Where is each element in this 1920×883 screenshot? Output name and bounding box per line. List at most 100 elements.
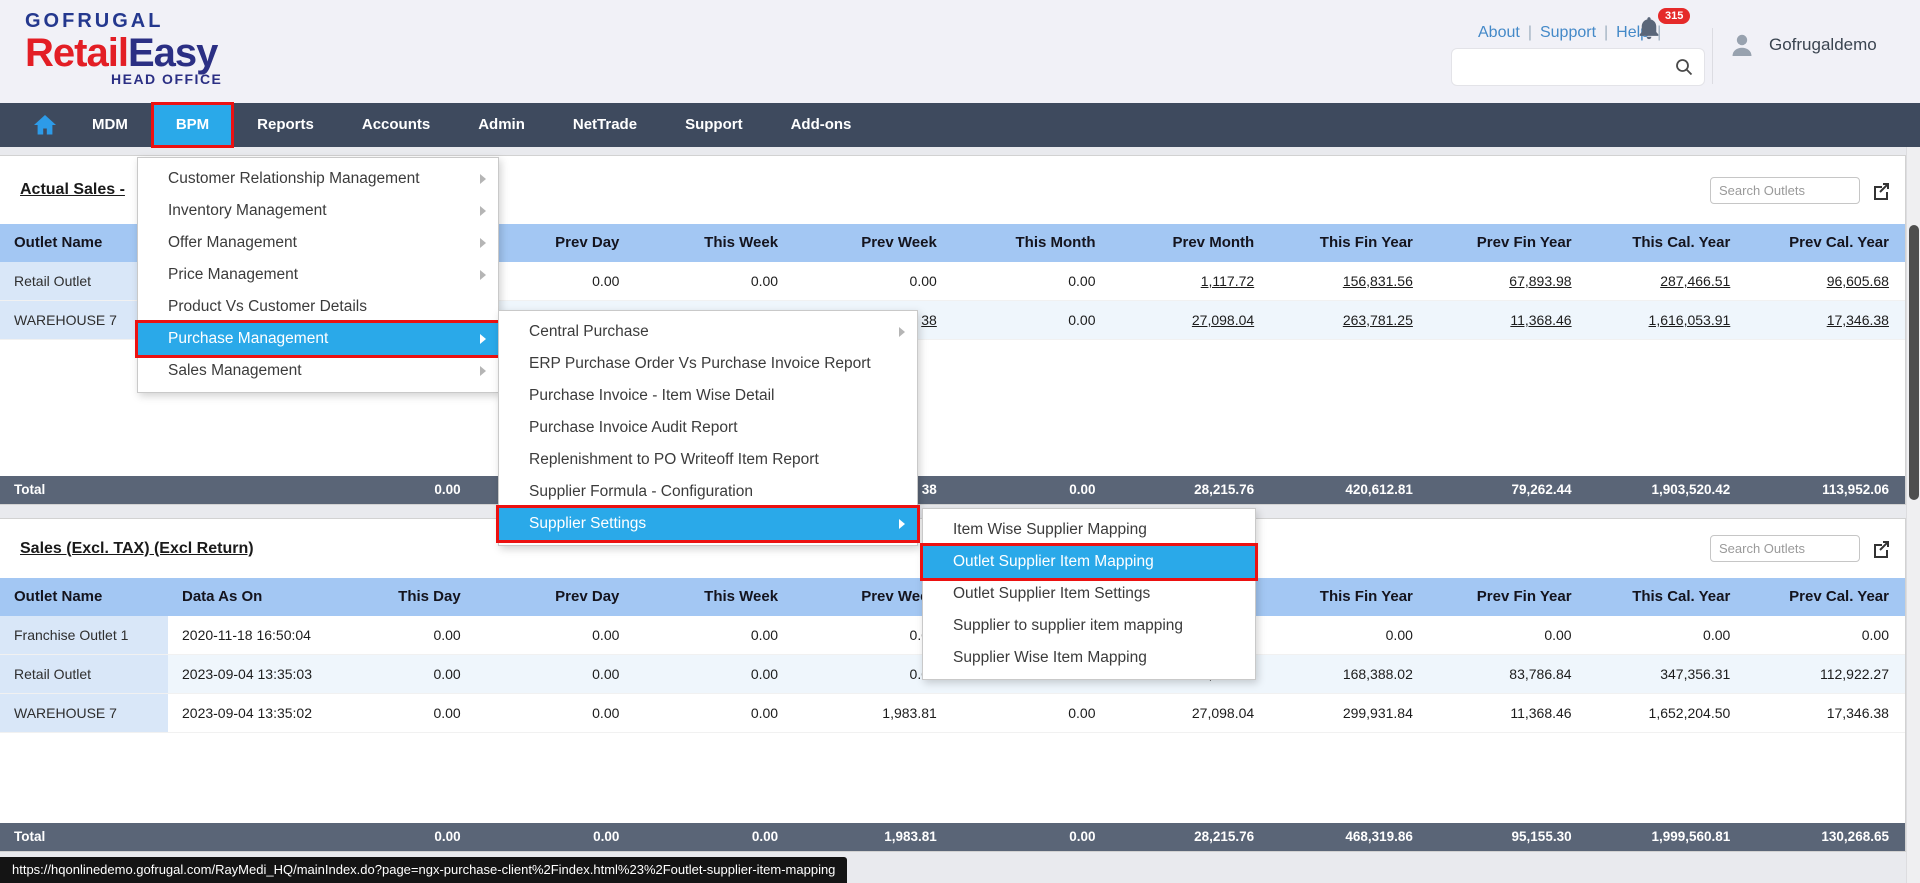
about-link[interactable]: About [1478,24,1520,41]
value-cell: 0.00 [318,823,477,851]
home-icon [33,114,57,136]
menu-item-central-purchase[interactable]: Central Purchase [499,316,917,348]
outlet-search-input[interactable] [1710,535,1860,562]
value-cell: 28,215.76 [1111,823,1270,851]
logo-easy: Easy [128,31,217,75]
nav-item-add-ons[interactable]: Add-ons [767,103,876,147]
menu-item-label: Purchase Invoice - Item Wise Detail [529,387,775,405]
menu-item-label: Replenishment to PO Writeoff Item Report [529,451,819,469]
nav-item-bpm[interactable]: BPM [152,103,233,147]
menu-item-outlet-supplier-item-mapping[interactable]: Outlet Supplier Item Mapping [923,546,1255,578]
header-search-input[interactable] [1452,59,1674,75]
submenu-arrow-icon [899,327,905,337]
menu-item-label: Supplier Wise Item Mapping [953,649,1147,667]
nav-item-accounts[interactable]: Accounts [338,103,454,147]
expand-icon[interactable] [1872,181,1891,200]
menu-item-supplier-to-supplier-item-mapping[interactable]: Supplier to supplier item mapping [923,610,1255,642]
value-cell: 0.00 [477,823,636,851]
menu-item-offer-management[interactable]: Offer Management [138,227,498,259]
value-cell: 28,215.76 [1111,476,1270,504]
value-cell[interactable]: 156,831.56 [1270,262,1429,300]
menu-item-inventory-management[interactable]: Inventory Management [138,195,498,227]
menu-item-product-vs-customer-details[interactable]: Product Vs Customer Details [138,291,498,323]
menu-item-supplier-formula-configuration[interactable]: Supplier Formula - Configuration [499,476,917,508]
menu-item-price-management[interactable]: Price Management [138,259,498,291]
actual-sales-total-row: Total0.00380.0028,215.76420,612.8179,262… [0,476,1905,504]
nav-item-mdm[interactable]: MDM [68,103,152,147]
avatar-icon [1727,30,1757,60]
value-cell[interactable]: 96,605.68 [1746,262,1905,300]
expand-icon[interactable] [1872,539,1891,558]
sales-excl-tax-total-row: Total0.000.000.001,983.810.0028,215.7646… [0,823,1905,851]
table-filler [0,733,1905,823]
user-menu[interactable]: Gofrugaldemo [1727,30,1877,60]
value-cell[interactable]: 1,117.72 [1111,262,1270,300]
navbar-items: MDMBPMReportsAccountsAdminNetTradeSuppor… [68,103,875,147]
menu-item-label: Offer Management [168,234,297,252]
sales-excl-tax-title: Sales (Excl. TAX) (Excl Return) [20,540,254,558]
value-cell: 2023-09-04 13:35:02 [168,694,318,732]
menu-item-outlet-supplier-item-settings[interactable]: Outlet Supplier Item Settings [923,578,1255,610]
value-cell: 83,786.84 [1429,655,1588,693]
menu-item-sales-management[interactable]: Sales Management [138,355,498,387]
link-separator: | [1528,24,1532,41]
menu-item-label: Customer Relationship Management [168,170,420,188]
support-link[interactable]: Support [1540,24,1596,41]
value-cell[interactable]: 27,098.04 [1111,301,1270,339]
submenu-arrow-icon [480,334,486,344]
nav-item-support[interactable]: Support [661,103,767,147]
vertical-scrollbar[interactable] [1906,147,1920,883]
menu-item-item-wise-supplier-mapping[interactable]: Item Wise Supplier Mapping [923,514,1255,546]
column-header-prev-month: Prev Month [1111,224,1270,262]
value-cell: 0.00 [953,301,1112,339]
column-header-prev-cal-year: Prev Cal. Year [1746,224,1905,262]
value-cell: 0.00 [477,616,636,654]
outlet-search-input[interactable] [1710,177,1860,204]
menu-item-label: Product Vs Customer Details [168,298,367,316]
menu-item-customer-relationship-management[interactable]: Customer Relationship Management [138,163,498,195]
menu-item-label: Supplier Formula - Configuration [529,483,753,501]
value-cell[interactable]: 287,466.51 [1588,262,1747,300]
menu-item-supplier-wise-item-mapping[interactable]: Supplier Wise Item Mapping [923,642,1255,674]
column-header-prev-fin-year: Prev Fin Year [1429,578,1588,616]
home-button[interactable] [22,103,68,147]
value-cell: 0.00 [953,262,1112,300]
logo-retail: Retail [25,31,128,75]
value-cell[interactable]: 1,616,053.91 [1588,301,1747,339]
scrollbar-thumb[interactable] [1909,225,1919,500]
value-cell[interactable]: 263,781.25 [1270,301,1429,339]
nav-item-nettrade[interactable]: NetTrade [549,103,661,147]
submenu-arrow-icon [480,366,486,376]
value-cell[interactable]: 67,893.98 [1429,262,1588,300]
nav-item-reports[interactable]: Reports [233,103,338,147]
search-icon[interactable] [1674,57,1704,77]
value-cell: 1,652,204.50 [1588,694,1747,732]
value-cell [168,823,318,851]
value-cell: 0.00 [635,655,794,693]
value-cell: 130,268.65 [1746,823,1905,851]
menu-item-supplier-settings[interactable]: Supplier Settings [499,508,917,540]
bpm-dropdown-menu: Customer Relationship Management Inventor… [137,157,499,393]
menu-item-purchase-invoice-item-wise-detail[interactable]: Purchase Invoice - Item Wise Detail [499,380,917,412]
value-cell: 0.00 [953,694,1112,732]
menu-item-purchase-invoice-audit-report[interactable]: Purchase Invoice Audit Report [499,412,917,444]
value-cell[interactable]: 11,368.46 [1429,301,1588,339]
value-cell: 1,903,520.42 [1588,476,1747,504]
app-root: GOFRUGAL RetailEasy HEAD OFFICE About|Su… [0,0,1920,883]
nav-item-admin[interactable]: Admin [454,103,549,147]
supplier-settings-submenu: Item Wise Supplier MappingOutlet Supplie… [922,508,1256,680]
value-cell: 0.00 [318,694,477,732]
logo-brand-text: GOFRUGAL [25,10,222,33]
outlet-name-cell: Total [0,823,168,851]
menu-item-replenishment-to-po-writeoff-item-report[interactable]: Replenishment to PO Writeoff Item Report [499,444,917,476]
column-header-this-fin-year: This Fin Year [1270,224,1429,262]
value-cell: 112,922.27 [1746,655,1905,693]
menu-item-purchase-management[interactable]: Purchase Management [138,323,498,355]
value-cell: 0.00 [1429,616,1588,654]
menu-item-label: Purchase Management [168,330,328,348]
column-header-this-day: This Day [318,578,477,616]
value-cell[interactable]: 17,346.38 [1746,301,1905,339]
menu-item-erp-purchase-order-vs-purchase-invoice-report[interactable]: ERP Purchase Order Vs Purchase Invoice R… [499,348,917,380]
notification-bell-button[interactable]: 315 [1636,14,1690,50]
value-cell: 0.00 [1270,616,1429,654]
